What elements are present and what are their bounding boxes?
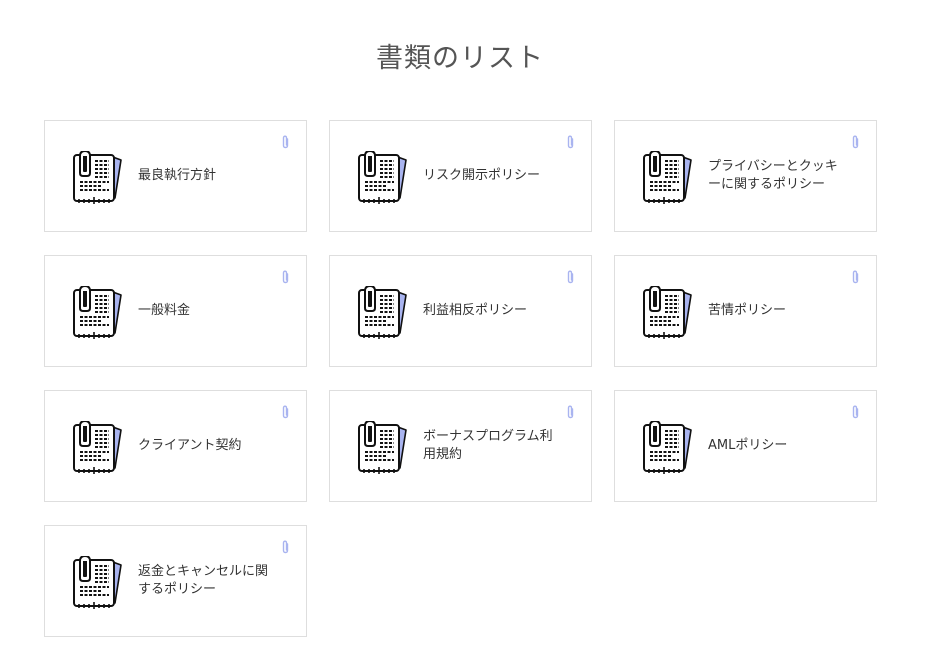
paperclip-icon [567,405,574,419]
page-title: 書類のリスト [376,43,544,74]
paperclip-icon [852,405,859,419]
document-icon [643,421,692,474]
document-card[interactable]: 利益相反ポリシー [329,255,592,367]
paperclip-icon [567,135,574,149]
document-card[interactable]: ボーナスプログラム利用規約 [329,390,592,502]
document-icon [643,151,692,204]
document-label: 最良執行方針 [138,168,217,183]
document-label: ボーナスプログラム利用規約 [423,429,553,462]
document-label: プライバシーとクッキーに関するポリシー [708,159,838,192]
document-card[interactable]: 苦情ポリシー [614,255,877,367]
document-icon [358,421,407,474]
paperclip-icon [282,270,289,284]
paperclip-icon [567,270,574,284]
document-icon [73,286,122,339]
paperclip-icon [852,135,859,149]
document-label: 利益相反ポリシー [423,303,528,318]
paperclip-icon [852,270,859,284]
paperclip-icon [282,405,289,419]
document-card[interactable]: プライバシーとクッキーに関するポリシー [614,120,877,232]
document-card[interactable]: AMLポリシー [614,390,877,502]
paperclip-icon [282,135,289,149]
paperclip-icon [282,540,289,554]
document-label: 一般料金 [138,303,191,318]
documents-page: 書類のリスト 最良執行方針 リスク開示ポリシー プライバシーとクッキーに関するポ… [0,0,930,662]
document-label: 苦情ポリシー [708,303,787,318]
document-label: クライアント契約 [138,438,242,453]
document-icon [73,151,122,204]
document-card[interactable]: リスク開示ポリシー [329,120,592,232]
document-label: 返金とキャンセルに関するポリシー [138,564,269,597]
document-icon [643,286,692,339]
document-icon [358,286,407,339]
document-label: リスク開示ポリシー [423,168,541,183]
document-icon [73,421,122,474]
document-icon [73,556,122,609]
document-card[interactable]: 一般料金 [44,255,307,367]
document-icon [358,151,407,204]
document-label: AMLポリシー [708,438,788,453]
document-card[interactable]: 最良執行方針 [44,120,307,232]
document-grid: 最良執行方針 リスク開示ポリシー プライバシーとクッキーに関するポリシー 一般料… [44,120,877,637]
document-card[interactable]: 返金とキャンセルに関するポリシー [44,525,307,637]
document-card[interactable]: クライアント契約 [44,390,307,502]
